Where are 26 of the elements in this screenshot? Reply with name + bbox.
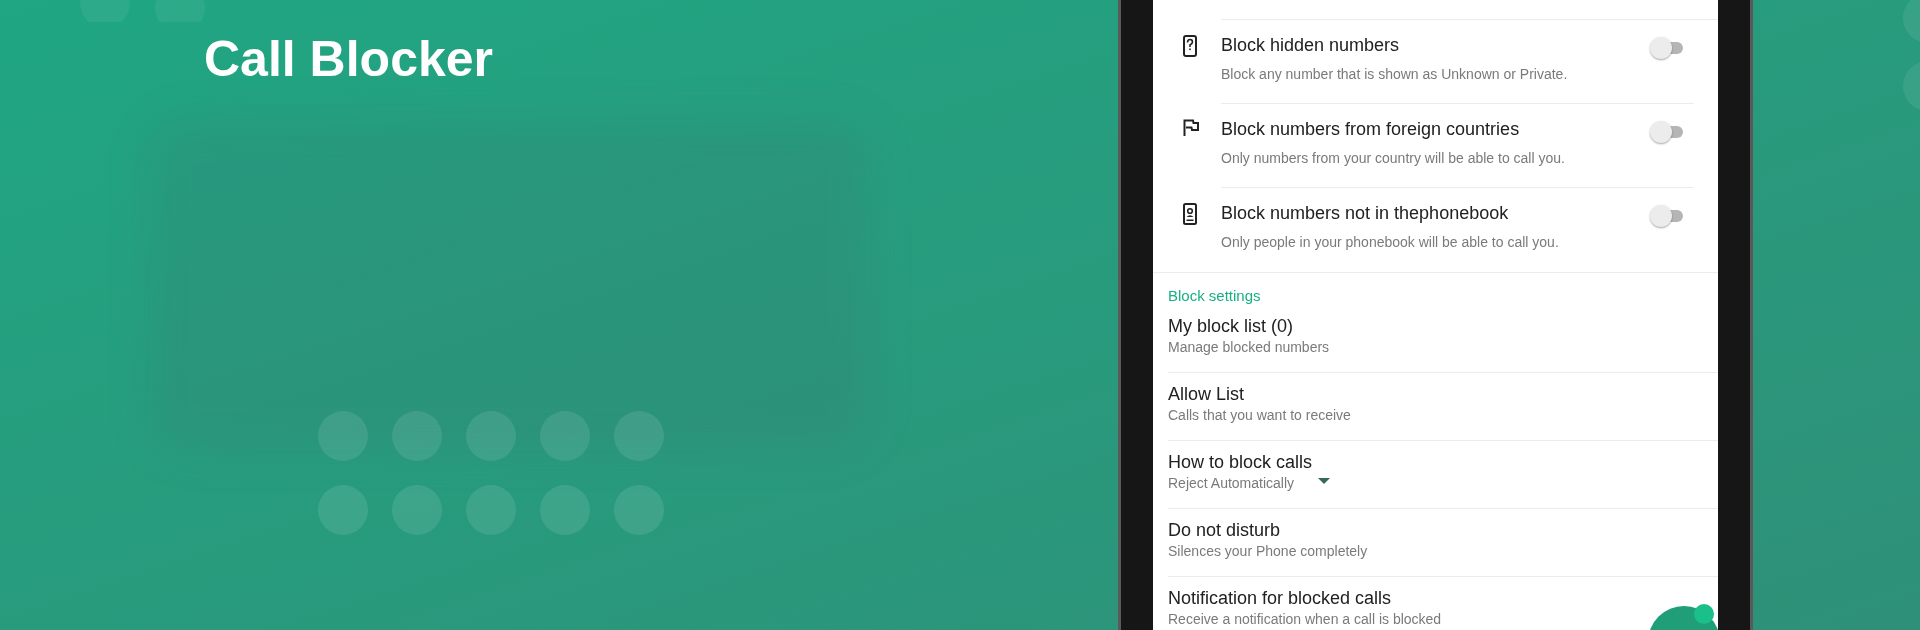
settings-item[interactable]: Allow List Calls that you want to receive <box>1168 373 1718 441</box>
banner-title: Call Blocker <box>204 34 493 84</box>
item-title: Do not disturb <box>1168 519 1281 542</box>
item-subtitle: Receive a notification when a call is blocked <box>1168 610 1442 628</box>
item-subtitle: Reject Automatically <box>1168 474 1295 492</box>
item-title: How to block calls <box>1168 451 1313 474</box>
setting-description: Block any number that is shown as Unknown or Private. <box>1221 65 1569 83</box>
section-header: Block settings <box>1168 287 1261 305</box>
settings-item[interactable]: How to block calls Reject Automatically <box>1168 441 1718 509</box>
contact-card-icon <box>1183 203 1197 225</box>
setting-description: Only people in your phonebook will be able to call you. <box>1221 233 1560 251</box>
setting-title: Block numbers not in thephonebook <box>1221 202 1510 225</box>
item-subtitle: Silences your Phone completely <box>1168 542 1368 560</box>
item-title: Notification for blocked calls <box>1168 587 1392 610</box>
item-title: Allow List <box>1168 383 1245 406</box>
settings-item[interactable]: My block list (0) Manage blocked numbers <box>1168 305 1718 373</box>
setting-description: Only numbers from your country will be able to call you. <box>1221 149 1566 167</box>
item-subtitle: Manage blocked numbers <box>1168 338 1330 356</box>
setting-title: Block numbers from foreign countries <box>1221 118 1521 141</box>
item-title: My block list (0) <box>1168 315 1293 338</box>
caret-icon[interactable] <box>1318 478 1331 484</box>
settings-item[interactable]: Do not disturb Silences your Phone completely <box>1168 509 1718 577</box>
item-subtitle: Calls that you want to receive <box>1168 406 1351 424</box>
flag-icon <box>1183 119 1199 137</box>
phone-question-icon <box>1183 35 1197 57</box>
setting-title: Block hidden numbers <box>1221 34 1401 57</box>
